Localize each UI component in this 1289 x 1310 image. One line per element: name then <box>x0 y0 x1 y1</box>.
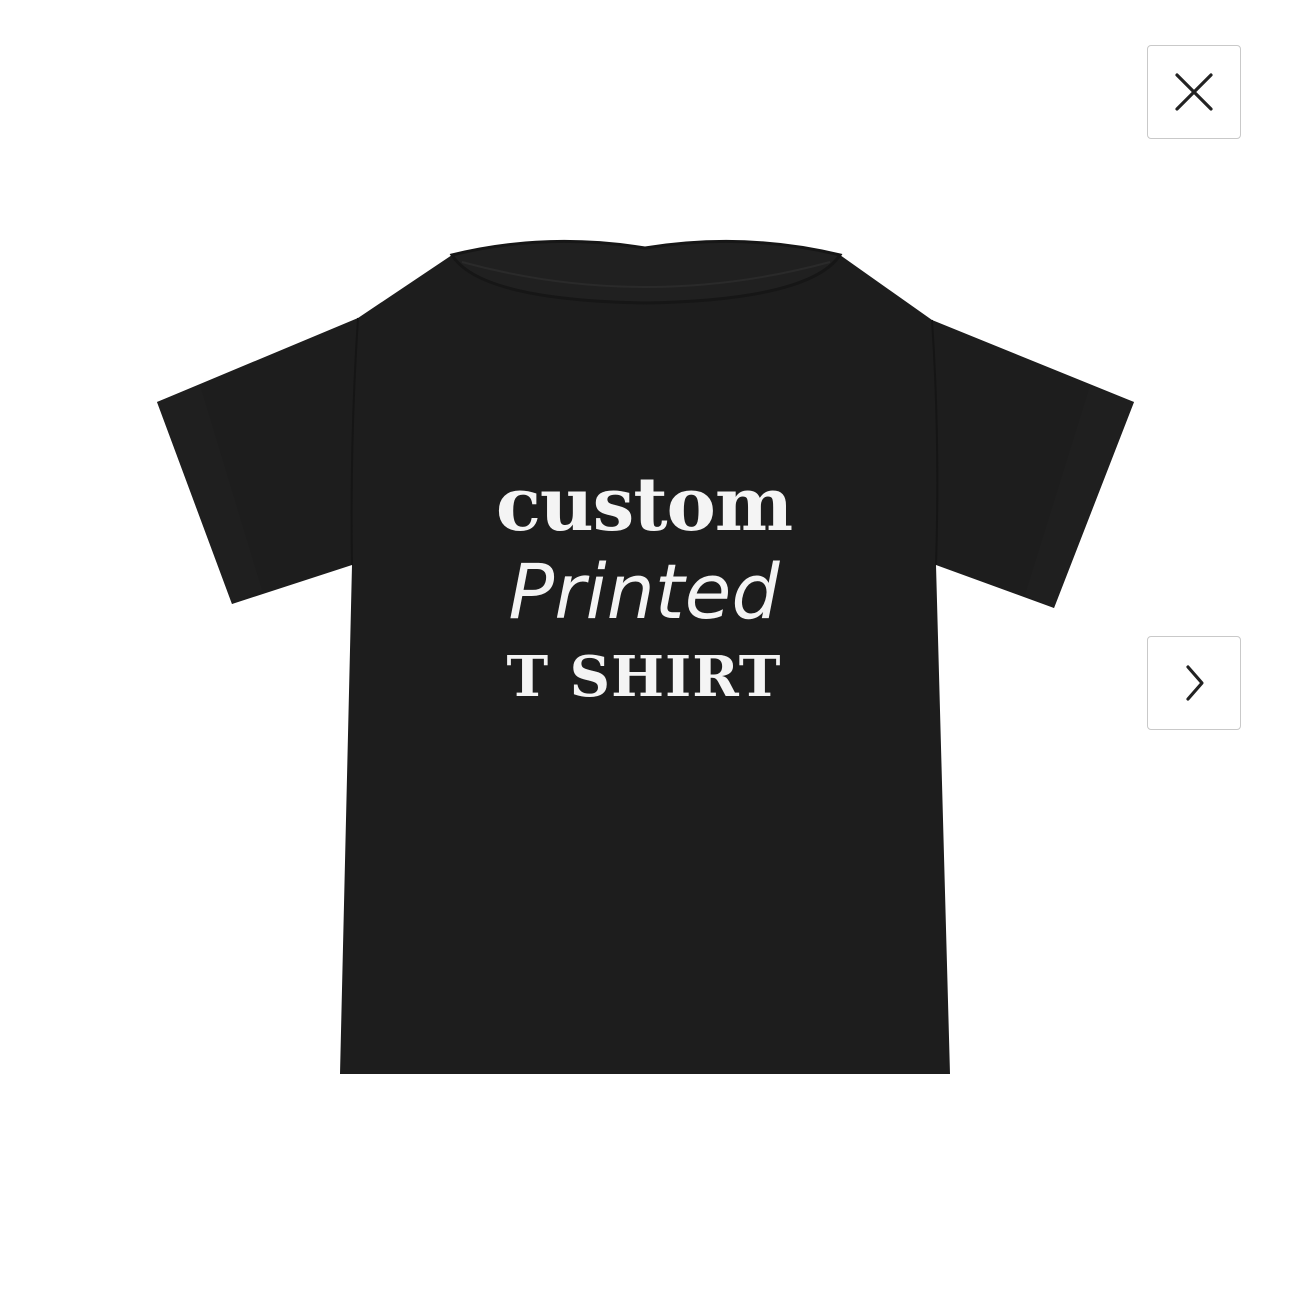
chevron-right-icon <box>1186 665 1204 701</box>
close-icon <box>1175 73 1213 111</box>
image-viewer: custom Printed T SHIRT <box>0 0 1289 1310</box>
print-line-tshirt: T SHIRT <box>507 644 782 710</box>
print-line-custom: custom <box>496 462 792 548</box>
print-line-printed: Printed <box>508 547 780 636</box>
close-button[interactable] <box>1147 45 1241 139</box>
product-image: custom Printed T SHIRT <box>157 239 1134 1074</box>
next-image-button[interactable] <box>1147 636 1241 730</box>
